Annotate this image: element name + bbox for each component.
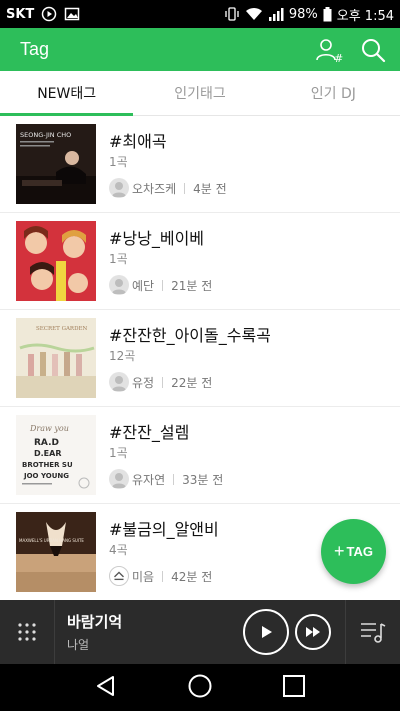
divider bbox=[162, 279, 164, 291]
tab-popular-dj[interactable]: 인기 DJ bbox=[267, 71, 400, 115]
album-cover-text: SECRET GARDEN bbox=[36, 326, 87, 332]
user-name: 유정 bbox=[132, 375, 155, 390]
song-count: 1곡 bbox=[109, 446, 128, 460]
clock: 오후 1:54 bbox=[336, 8, 394, 24]
album-cover: SEONG-JIN CHO bbox=[16, 124, 96, 204]
system-navigation-bar bbox=[0, 664, 400, 711]
battery-percent: 98% bbox=[288, 6, 318, 22]
battery-icon bbox=[323, 6, 332, 22]
album-cover-text: SEONG-JIN CHO bbox=[20, 131, 71, 139]
svg-text:JOO YOUNG: JOO YOUNG bbox=[23, 472, 69, 480]
avatar bbox=[109, 566, 129, 586]
user-name: 미음 bbox=[132, 569, 155, 584]
time-ago: 33분 전 bbox=[182, 472, 224, 487]
avatar bbox=[109, 178, 129, 198]
time-ago: 4분 전 bbox=[193, 181, 227, 196]
user-name: 오차즈케 bbox=[132, 181, 177, 196]
album-cover bbox=[16, 221, 96, 301]
album-cover-text: MAXWELL'S URBAN HANG SUITE bbox=[19, 538, 84, 543]
gallery-notification-icon bbox=[64, 6, 80, 22]
song-count: 12곡 bbox=[109, 349, 136, 363]
tag-title: #불금의_알앤비 bbox=[109, 520, 219, 539]
tab-new-tag[interactable]: NEW태그 bbox=[0, 71, 134, 116]
tag-title: #최애곡 bbox=[109, 132, 167, 151]
fast-forward-icon bbox=[306, 627, 320, 637]
now-playing-info[interactable]: 바람기억 나얼 bbox=[67, 611, 122, 653]
play-icon bbox=[262, 626, 272, 638]
tag-title: #잔잔_설렘 bbox=[109, 423, 190, 442]
wifi-icon bbox=[245, 7, 263, 21]
divider bbox=[184, 182, 186, 194]
album-cover: Draw you RA.D D.EAR BROTHER SU JOO YOUNG bbox=[16, 415, 96, 495]
carrier-label: SKT bbox=[6, 6, 35, 22]
svg-text:BROTHER SU: BROTHER SU bbox=[22, 461, 73, 469]
avatar bbox=[109, 275, 129, 295]
svg-text:D.EAR: D.EAR bbox=[34, 449, 62, 458]
user-name: 예단 bbox=[132, 278, 155, 293]
time-ago: 42분 전 bbox=[171, 569, 213, 584]
song-count: 1곡 bbox=[109, 155, 128, 169]
recent-apps-icon[interactable] bbox=[282, 674, 306, 702]
list-item[interactable]: #낭낭_베이베 1곡 예단 21분 전 bbox=[0, 213, 400, 310]
plus-icon: + bbox=[334, 541, 345, 561]
song-count: 1곡 bbox=[109, 252, 128, 266]
avatar bbox=[109, 372, 129, 392]
add-tag-label: TAG bbox=[346, 544, 373, 559]
album-cover: MAXWELL'S URBAN HANG SUITE bbox=[16, 512, 96, 592]
divider bbox=[162, 376, 164, 388]
back-icon[interactable] bbox=[94, 674, 118, 702]
home-icon[interactable] bbox=[187, 673, 213, 703]
play-notification-icon bbox=[41, 6, 57, 22]
grid-menu-icon bbox=[18, 623, 36, 641]
svg-text:RA.D: RA.D bbox=[34, 438, 59, 448]
time-ago: 22분 전 bbox=[171, 375, 213, 390]
tab-popular-tag[interactable]: 인기태그 bbox=[133, 71, 266, 115]
divider bbox=[173, 473, 175, 485]
add-tag-button[interactable]: + TAG bbox=[321, 519, 386, 584]
svg-text:#: # bbox=[334, 52, 343, 64]
user-name: 유자연 bbox=[132, 472, 166, 487]
time-ago: 21분 전 bbox=[171, 278, 213, 293]
queue-button[interactable] bbox=[345, 600, 400, 664]
list-item[interactable]: Draw you RA.D D.EAR BROTHER SU JOO YOUNG… bbox=[0, 407, 400, 504]
signal-icon bbox=[268, 7, 284, 21]
avatar bbox=[109, 469, 129, 489]
album-cover: SECRET GARDEN bbox=[16, 318, 96, 398]
divider bbox=[162, 570, 164, 582]
song-count: 4곡 bbox=[109, 543, 128, 557]
next-track-button[interactable] bbox=[295, 614, 331, 650]
track-artist: 나얼 bbox=[67, 638, 90, 652]
tag-title: #낭낭_베이베 bbox=[109, 229, 205, 248]
tab-bar: NEW태그 인기태그 인기 DJ bbox=[0, 71, 400, 116]
track-title: 바람기억 bbox=[67, 613, 123, 631]
vibrate-icon bbox=[224, 6, 240, 22]
mini-player: 바람기억 나얼 bbox=[0, 600, 400, 664]
list-item[interactable]: SECRET GARDEN #잔잔한_아이돌_수록곡 12곡 유정 22분 전 bbox=[0, 310, 400, 407]
tag-title: #잔잔한_아이돌_수록곡 bbox=[109, 326, 271, 345]
app-bar: Tag # bbox=[0, 28, 400, 71]
svg-text:Draw you: Draw you bbox=[29, 424, 69, 433]
search-icon[interactable] bbox=[358, 35, 388, 65]
status-bar: SKT 98% 오후 1:54 bbox=[0, 0, 400, 28]
queue-music-icon bbox=[361, 623, 386, 643]
play-button[interactable] bbox=[243, 609, 289, 655]
list-item[interactable]: SEONG-JIN CHO #최애곡 1곡 오차즈케 4분 전 bbox=[0, 116, 400, 213]
user-tag-icon[interactable]: # bbox=[314, 35, 344, 65]
page-title: Tag bbox=[20, 39, 50, 59]
playlist-menu-button[interactable] bbox=[0, 600, 55, 664]
